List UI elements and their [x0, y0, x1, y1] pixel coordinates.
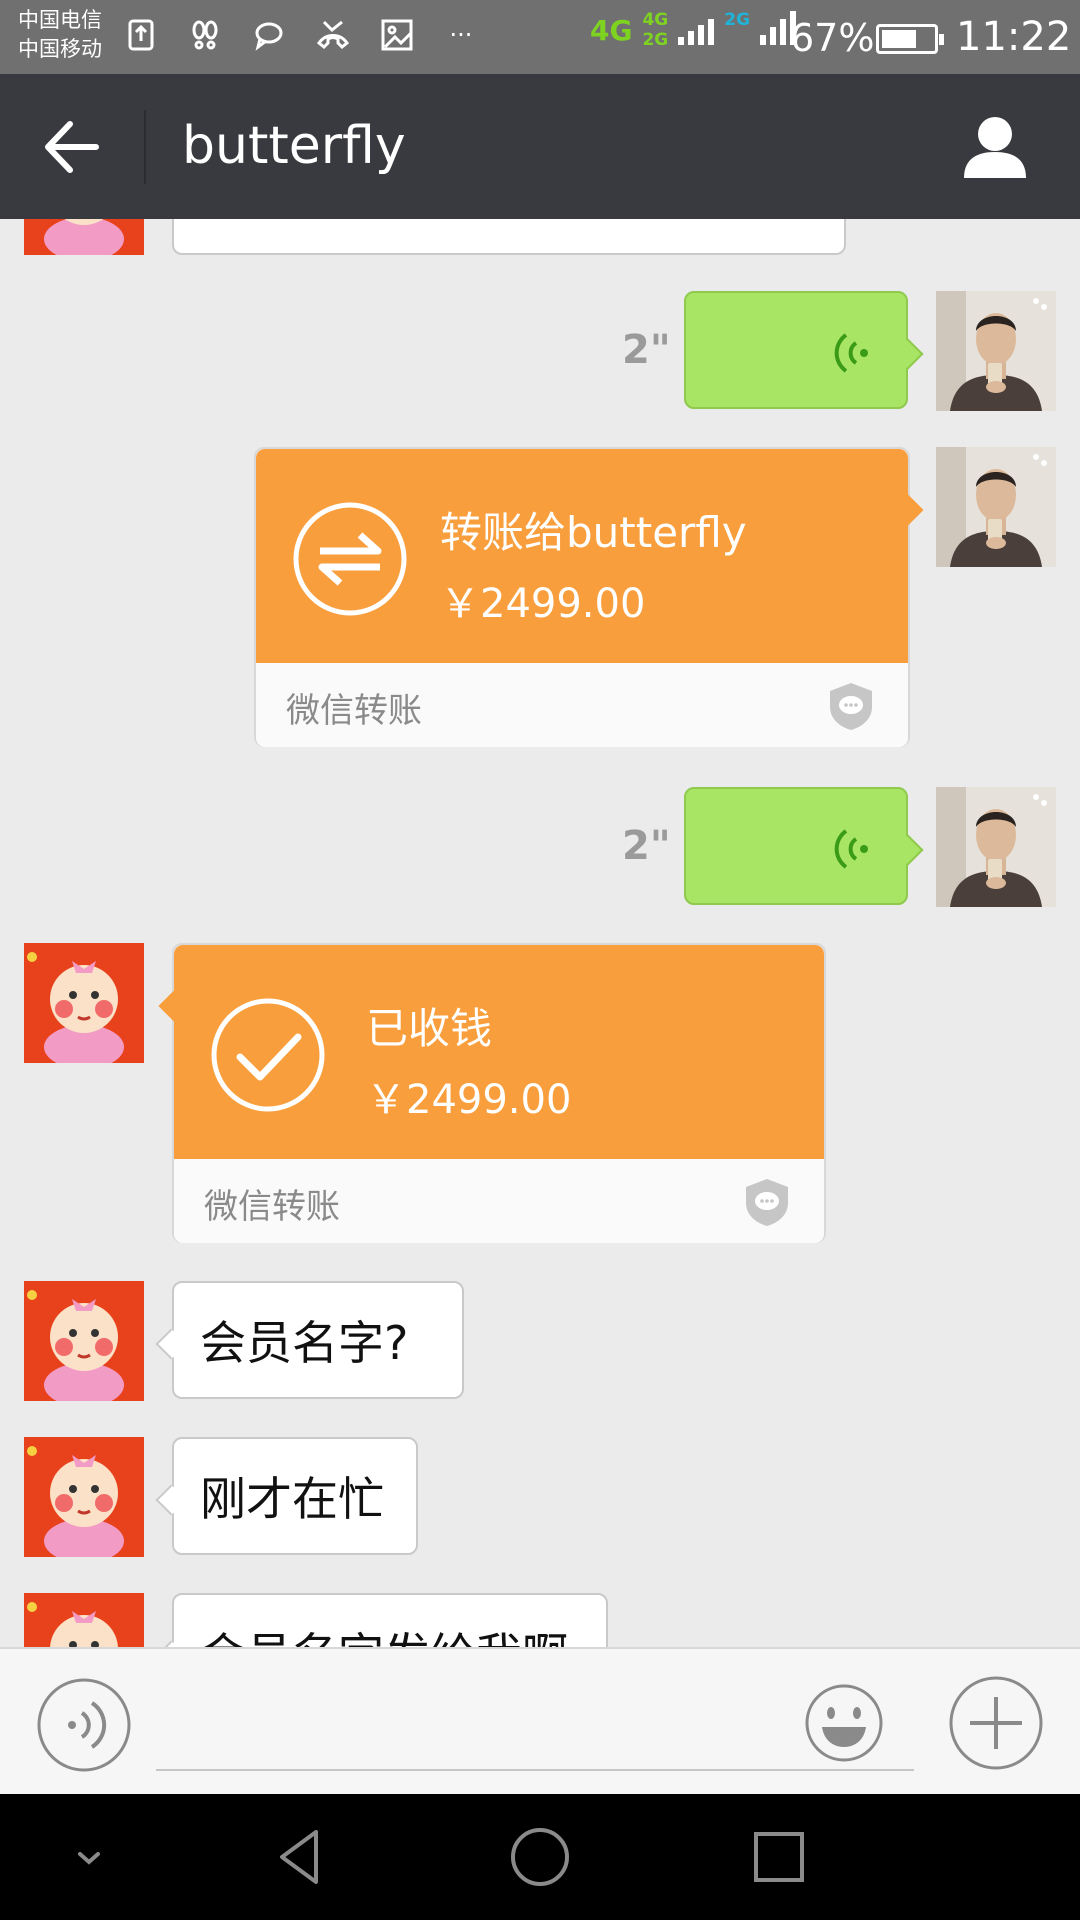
more-button[interactable] [948, 1675, 1044, 1771]
back-button[interactable] [40, 116, 106, 178]
message-input[interactable] [156, 1671, 914, 1771]
transfer-footer-label: 微信转账 [286, 691, 422, 731]
nav-back-button[interactable] [268, 1824, 334, 1890]
missed-call-icon [316, 18, 350, 52]
cartoon-girl-avatar [24, 943, 144, 1063]
battery-icon [876, 24, 944, 54]
voice-message[interactable]: 2" [0, 291, 1080, 413]
transfer-label: 已收钱 [366, 1004, 493, 1053]
nav-recents-button[interactable] [746, 1824, 812, 1890]
text-message[interactable]: 会员名字? [0, 1281, 1080, 1403]
transfer-amount: ￥2499.00 [366, 1077, 572, 1123]
checkmark-icon [211, 998, 325, 1112]
carrier-2: 中国移动 [18, 37, 102, 61]
more-notifications: ··· [449, 21, 473, 49]
contact-avatar[interactable] [24, 1593, 144, 1647]
chat-header: butterfly [0, 74, 1080, 219]
voice-wave-icon [834, 333, 868, 373]
transfer-card[interactable]: 已收钱 ￥2499.00 微信转账 [158, 943, 826, 1243]
partial-bubble [172, 219, 846, 255]
transfer-label: 转账给butterfly [440, 508, 747, 557]
arrow-left-icon [45, 121, 99, 173]
message-bubble[interactable]: 会员名字发给我啊 [172, 1593, 608, 1647]
chevron-down-icon [78, 1852, 100, 1865]
carrier-1: 中国电信 [18, 8, 102, 32]
transfer-card-footer: 微信转账 [256, 663, 908, 747]
hide-nav-button[interactable] [56, 1824, 122, 1890]
battery-percent: 67% [790, 16, 875, 60]
contact-avatar[interactable] [24, 1437, 144, 1557]
transfer-message-received[interactable]: 已收钱 ￥2499.00 微信转账 [0, 943, 1080, 1243]
man-selfie-avatar [936, 447, 1056, 567]
cartoon-girl-avatar [24, 1437, 144, 1557]
my-avatar[interactable] [936, 291, 1056, 411]
transfer-arrows-icon [293, 502, 407, 616]
plus-icon [949, 1676, 1043, 1770]
transfer-footer-label: 微信转账 [204, 1187, 340, 1227]
image-icon [380, 18, 414, 52]
nav-home-button[interactable] [507, 1824, 573, 1890]
contact-avatar[interactable] [24, 1281, 144, 1401]
notification-icons: ··· [124, 18, 478, 52]
system-nav-bar [0, 1794, 1080, 1920]
chat-info-button[interactable] [960, 114, 1030, 180]
voice-wave-icon [834, 829, 868, 869]
voice-input-icon [37, 1678, 131, 1772]
transfer-amount: ￥2499.00 [440, 581, 646, 627]
header-divider [144, 110, 146, 184]
my-avatar[interactable] [936, 787, 1056, 907]
voice-bubble[interactable] [684, 787, 908, 905]
home-circle-icon [511, 1828, 569, 1886]
voice-bubble[interactable] [684, 291, 908, 409]
person-icon [964, 117, 1026, 178]
chat-bubble-icon [252, 18, 286, 52]
battery-fill [882, 30, 916, 48]
message-partial [0, 219, 1080, 255]
upload-icon [124, 18, 158, 52]
cartoon-girl-avatar [24, 219, 144, 255]
footprints-icon [188, 18, 222, 52]
clock: 11:22 [956, 14, 1072, 60]
contact-avatar[interactable] [24, 943, 144, 1063]
signal-bars-sim1 [678, 15, 715, 45]
status-bar: 中国电信 中国移动 ··· 4G 4G 2G 2G 67% 11:22 [0, 0, 1080, 74]
voice-duration: 2" [622, 327, 671, 373]
my-avatar[interactable] [936, 447, 1056, 567]
text-message[interactable]: 会员名字发给我啊 [0, 1593, 1080, 1647]
shield-icon [830, 683, 872, 730]
transfer-card[interactable]: 转账给butterfly ￥2499.00 微信转账 [254, 447, 924, 747]
dual-net-label: 4G 2G [642, 10, 669, 50]
cartoon-girl-avatar [24, 1281, 144, 1401]
net-4g-label: 4G [590, 13, 633, 47]
emoji-button[interactable] [804, 1683, 884, 1763]
network-indicators: 4G 4G 2G 2G [590, 10, 797, 50]
emoji-icon [805, 1684, 883, 1762]
voice-message[interactable]: 2" [0, 787, 1080, 909]
text-message[interactable]: 刚才在忙 [0, 1437, 1080, 1559]
transfer-card-footer: 微信转账 [174, 1159, 824, 1243]
transfer-message-sent[interactable]: 转账给butterfly ￥2499.00 微信转账 [0, 447, 1080, 747]
input-bar [0, 1647, 1080, 1794]
chat-title: butterfly [182, 116, 406, 176]
man-selfie-avatar [936, 291, 1056, 411]
voice-duration: 2" [622, 823, 671, 869]
back-triangle-icon [280, 1830, 318, 1884]
cartoon-girl-avatar [24, 1593, 144, 1647]
voice-input-button[interactable] [36, 1677, 132, 1773]
shield-icon [746, 1179, 788, 1226]
message-list[interactable]: 2" 转账给butterfly ￥2499.00 微信转账 2" 已收钱 ￥24… [0, 219, 1080, 1647]
contact-avatar[interactable] [24, 219, 144, 255]
carrier-labels: 中国电信 中国移动 [18, 6, 102, 64]
message-bubble[interactable]: 刚才在忙 [172, 1437, 418, 1555]
net-2g-label: 2G [724, 10, 751, 30]
man-selfie-avatar [936, 787, 1056, 907]
message-bubble[interactable]: 会员名字? [172, 1281, 464, 1399]
recents-square-icon [754, 1832, 804, 1882]
